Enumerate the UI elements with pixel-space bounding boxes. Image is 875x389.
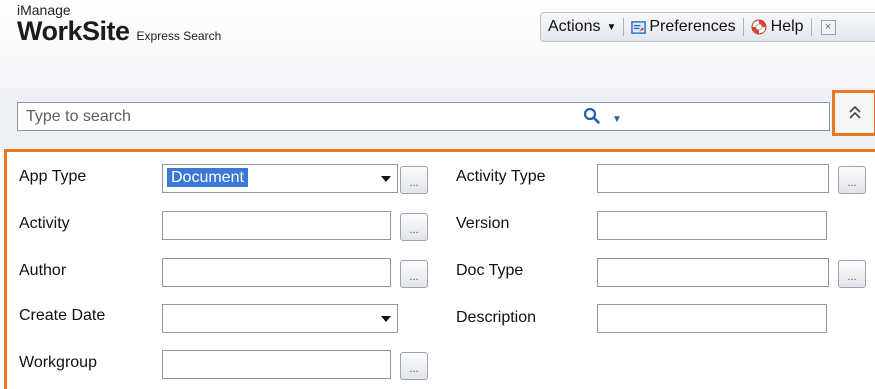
activity-type-field[interactable] <box>597 164 829 193</box>
logo-sub-text: Express Search <box>136 29 222 43</box>
workgroup-field[interactable] <box>162 350 391 379</box>
doc-type-field[interactable] <box>597 258 829 287</box>
doc-type-browse-button[interactable]: ... <box>838 260 866 288</box>
app-header: iManage WorkSite Express Search Actions … <box>0 0 875 89</box>
collapse-button[interactable] <box>832 90 875 136</box>
activity-label: Activity <box>19 215 70 232</box>
actions-menu[interactable]: Actions ▼ <box>541 13 623 41</box>
preferences-icon <box>631 20 647 34</box>
app-type-select[interactable]: Document <box>162 164 398 193</box>
doc-type-label: Doc Type <box>456 262 524 279</box>
search-icon[interactable] <box>583 107 601 125</box>
worksite-logo: iManage WorkSite Express Search <box>17 3 221 50</box>
lifebuoy-icon <box>751 19 767 35</box>
activity-browse-button[interactable]: ... <box>400 213 428 241</box>
activity-field[interactable] <box>162 211 391 240</box>
preferences-label: Preferences <box>649 18 736 35</box>
logo-main-word: WorkSite <box>17 16 130 46</box>
author-label: Author <box>19 262 67 279</box>
author-field[interactable] <box>162 258 391 287</box>
logo-main-text: WorkSite Express Search <box>17 17 221 50</box>
preferences-button[interactable]: Preferences <box>624 13 742 41</box>
author-browse-button[interactable]: ... <box>400 260 428 288</box>
version-field[interactable] <box>597 211 827 240</box>
close-icon: × <box>820 19 836 35</box>
close-button[interactable]: × <box>812 13 843 41</box>
help-button[interactable]: Help <box>744 13 811 41</box>
create-date-select[interactable] <box>162 304 398 333</box>
chevron-down-icon <box>381 176 391 182</box>
version-label: Version <box>456 215 510 232</box>
description-field[interactable] <box>597 304 827 333</box>
chevron-down-icon: ▼ <box>606 21 617 33</box>
app-type-browse-button[interactable]: ... <box>400 166 428 194</box>
advanced-search-form: App Type Document ... Activity ... Autho… <box>4 149 875 389</box>
app-type-selected-value: Document <box>167 168 248 187</box>
activity-type-label: Activity Type <box>456 168 546 185</box>
double-chevron-up-icon <box>848 105 861 119</box>
logo-top-text: iManage <box>17 2 71 18</box>
search-input[interactable] <box>17 102 830 131</box>
chevron-down-icon <box>381 316 391 322</box>
activity-type-browse-button[interactable]: ... <box>838 166 866 194</box>
workgroup-browse-button[interactable]: ... <box>400 352 428 380</box>
help-label: Help <box>770 18 804 35</box>
actions-label: Actions <box>548 18 601 35</box>
create-date-label: Create Date <box>19 307 106 324</box>
header-toolbar: Actions ▼ Preferences Help × <box>540 12 875 42</box>
app-type-label: App Type <box>19 168 87 185</box>
description-label: Description <box>456 309 537 326</box>
workgroup-label: Workgroup <box>19 354 97 371</box>
search-options-chevron-icon[interactable]: ▼ <box>612 114 622 125</box>
